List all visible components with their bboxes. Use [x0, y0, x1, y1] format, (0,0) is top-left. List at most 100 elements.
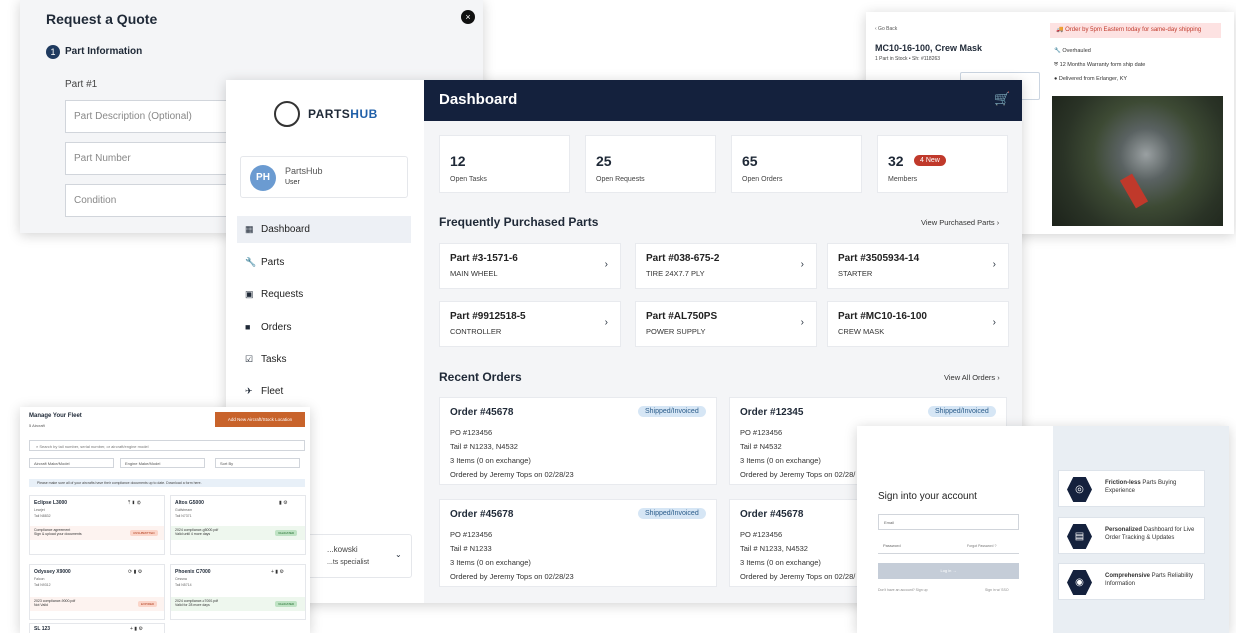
hex-shield-icon: ◉ [1067, 570, 1092, 595]
order-by: Ordered by Jeremy Tops on 02/28/23 [450, 470, 574, 479]
sidebar-item-label: Orders [261, 322, 292, 333]
message-icon: ▣ [245, 289, 254, 299]
aircraft-actions-icon[interactable]: ⟳ ▮ ⚙ [128, 569, 142, 575]
sidebar-item-dashboard[interactable]: ▦ Dashboard [237, 216, 411, 243]
aircraft-card[interactable]: Phoenix C7000 Cessna Tail N5714 + ▮ ⚙ 20… [170, 564, 306, 620]
specialist-name: ...kowski [327, 545, 358, 554]
recent-orders-title: Recent Orders [439, 370, 522, 384]
aircraft-tail: Tail N8832 [34, 514, 51, 518]
stat-members[interactable]: 32 4 New Members [877, 135, 1008, 193]
aircraft-card[interactable]: SL 123 + ▮ ⚙ [29, 623, 165, 633]
part-card[interactable]: Part #9912518-5 CONTROLLER › [439, 301, 621, 347]
add-aircraft-button[interactable]: Add New Aircraft/Stock Location [215, 412, 305, 427]
stat-label: Open Tasks [450, 176, 487, 183]
order-items: 3 Items (0 on exchange) [450, 456, 531, 465]
aircraft-card[interactable]: Eclipse L3000 Learjet Tail N8832 ⤒ ▮ ⚙ C… [29, 495, 165, 555]
cart-icon[interactable]: 🛒 [994, 91, 1010, 107]
part-card[interactable]: Part #3-1571-6 MAIN WHEEL › [439, 243, 621, 289]
order-card[interactable]: Order #45678 Shipped/Invoiced PO #123456… [439, 397, 717, 485]
aircraft-actions-icon[interactable]: + ▮ ⚙ [271, 569, 284, 575]
aircraft-model: Gulfstream [175, 508, 193, 512]
wrench-icon: 🔧 [245, 257, 257, 267]
chevron-right-icon: › [800, 317, 804, 328]
part-description: TIRE 24X7.7 PLY [646, 269, 705, 278]
search-placeholder: Search by tail number, serial number, or… [39, 444, 149, 449]
aircraft-actions-icon[interactable]: + ▮ ⚙ [130, 626, 143, 632]
logo-text-parts: PARTS [308, 107, 351, 121]
sidebar-item-orders[interactable]: ■ Orders [237, 314, 411, 341]
forgot-password-link[interactable]: Forgot Password ? [967, 544, 996, 548]
order-po: PO #123456 [450, 530, 493, 539]
stat-open-orders[interactable]: 65 Open Orders [731, 135, 862, 193]
part-number: Part #038-675-2 [646, 253, 720, 264]
order-by: Ordered by Jeremy Tops on 02/28/ [740, 470, 856, 479]
shipping-banner: 🚚 Order by 5pm Eastern today for same-da… [1050, 23, 1221, 38]
grid-icon: ▦ [245, 224, 254, 234]
part-description: MAIN WHEEL [450, 269, 498, 278]
aircraft-name: Odyssey X9000 [34, 569, 71, 575]
part-card[interactable]: Part #AL750PS POWER SUPPLY › [635, 301, 817, 347]
order-number: Order #45678 [740, 509, 804, 520]
sidebar-item-fleet[interactable]: ✈ Fleet [237, 378, 411, 405]
arrow-right-icon: → [952, 568, 957, 573]
part-card[interactable]: Part #038-675-2 TIRE 24X7.7 PLY › [635, 243, 817, 289]
aircraft-tail: Tail N9312 [34, 583, 51, 587]
sidebar-item-parts[interactable]: 🔧 Parts [237, 249, 411, 276]
sign-up-link[interactable]: Don't have an account? Sign up [878, 588, 928, 592]
aircraft-actions-icon[interactable]: ▮ ⚙ [279, 500, 288, 506]
feature-strong: Comprehensive [1105, 573, 1151, 579]
aircraft-model-select[interactable]: Aircraft Make/Model [29, 458, 114, 468]
aircraft-name: Phoenix C7000 [175, 569, 211, 575]
order-po: PO #123456 [450, 428, 493, 437]
status-badge: VALIDATED [275, 601, 298, 607]
status-badge: EXPIRED [138, 601, 158, 607]
aircraft-card[interactable]: Odyssey X9000 Falcon Tail N9312 ⟳ ▮ ⚙ 20… [29, 564, 165, 620]
login-button[interactable]: Log in → [878, 563, 1019, 579]
sort-select[interactable]: Sort By [215, 458, 300, 468]
top-bar: Dashboard 🛒 [424, 80, 1022, 121]
login-button-label: Log in [940, 568, 952, 573]
aircraft-actions-icon[interactable]: ⤒ ▮ ⚙ [128, 500, 141, 506]
aircraft-name: SL 123 [34, 626, 51, 632]
password-field[interactable]: Password [878, 538, 1019, 554]
chevron-right-icon: › [992, 317, 996, 328]
fleet-search-input[interactable]: ⌕ Search by tail number, serial number, … [29, 440, 305, 451]
feature-card: ▤ Personalized Dashboard for Live Order T… [1058, 517, 1205, 554]
aircraft-name: Eclipse L3000 [34, 500, 68, 506]
aircraft-tail: Tail N7371 [175, 514, 192, 518]
view-purchased-parts-link[interactable]: View Purchased Parts › [921, 218, 999, 227]
feature-strong: Personalized [1105, 527, 1143, 533]
sign-in-title: Sign into your account [878, 491, 977, 502]
logo-text-hub: HUB [350, 107, 378, 121]
email-field[interactable]: Email [878, 514, 1019, 530]
feature-card: ◎ Friction-less Parts Buying Experience [1058, 470, 1205, 507]
status-badge: VALIDATED [275, 530, 298, 536]
sidebar-item-label: Dashboard [261, 224, 310, 235]
order-card[interactable]: Order #45678 Shipped/Invoiced PO #123456… [439, 499, 717, 587]
order-number: Order #45678 [450, 407, 514, 418]
engine-model-select[interactable]: Engine Make/Model [120, 458, 205, 468]
close-icon[interactable]: × [461, 10, 475, 24]
fleet-info-banner: Please make sure all of your aircrafts h… [29, 479, 305, 487]
aircraft-card[interactable]: Altos G5000 Gulfstream Tail N7371 ▮ ⚙ 20… [170, 495, 306, 555]
sso-link[interactable]: Sign in w/ SSO [985, 588, 1009, 592]
sidebar-item-requests[interactable]: ▣ Requests [237, 281, 411, 308]
user-card[interactable]: PH PartsHub User [240, 156, 408, 198]
sidebar-item-tasks[interactable]: ☑ Tasks [237, 346, 411, 373]
status-badge: UNSUBMITTED [130, 530, 158, 536]
part-card[interactable]: Part #3505934-14 STARTER › [827, 243, 1009, 289]
stat-open-requests[interactable]: 25 Open Requests [585, 135, 716, 193]
page-title: Dashboard [439, 91, 518, 108]
feature-text: Friction-less Parts Buying Experience [1105, 479, 1201, 495]
view-all-orders-link[interactable]: View All Orders › [944, 373, 1000, 382]
order-po: PO #123456 [740, 428, 783, 437]
part-card[interactable]: Part #MC10-16-100 CREW MASK › [827, 301, 1009, 347]
stat-label: Members [888, 176, 918, 183]
stat-open-tasks[interactable]: 12 Open Tasks [439, 135, 570, 193]
frequent-parts-title: Frequently Purchased Parts [439, 215, 599, 229]
part-number: Part #AL750PS [646, 311, 718, 322]
chevron-right-icon: › [604, 259, 608, 270]
part-description: STARTER [838, 269, 873, 278]
go-back-link[interactable]: ‹ Go Back [875, 26, 897, 32]
box-icon: ■ [245, 322, 251, 332]
